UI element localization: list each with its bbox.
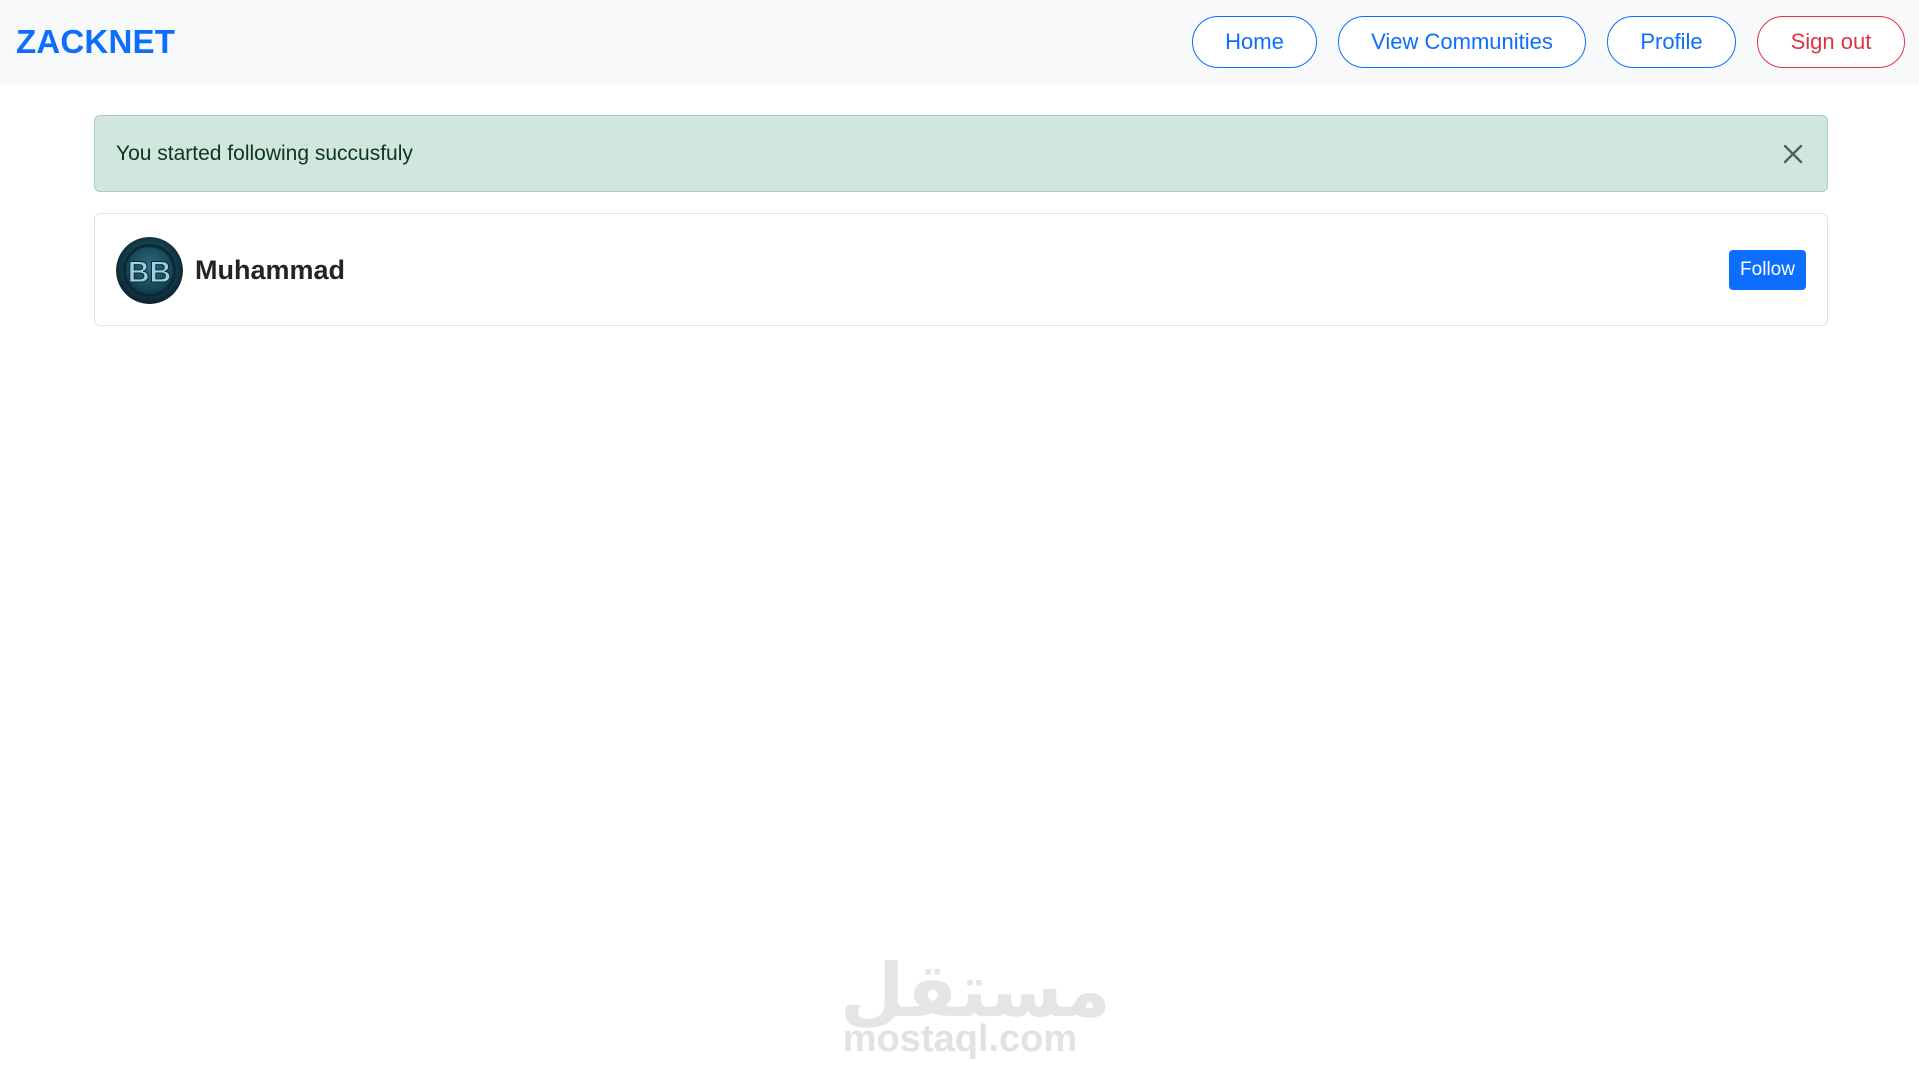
top-navbar: ZACKNET Home View Communities Profile Si… [0,0,1919,84]
watermark-latin-text: mostaql.com [842,1018,1078,1060]
follow-button[interactable]: Follow [1729,250,1806,290]
home-button[interactable]: Home [1192,16,1317,68]
svg-text:BB: BB [128,256,171,289]
user-card: BB Muhammad Follow [94,213,1828,326]
view-communities-button[interactable]: View Communities [1338,16,1586,68]
brand-logo[interactable]: ZACKNET [16,22,175,62]
avatar[interactable]: BB [116,237,183,304]
close-icon[interactable] [1777,138,1809,170]
profile-button[interactable]: Profile [1607,16,1736,68]
alert-message: You started following succusfuly [116,142,413,165]
sign-out-button[interactable]: Sign out [1757,16,1905,68]
success-alert: You started following succusfuly [94,115,1828,192]
user-name[interactable]: Muhammad [195,254,345,286]
watermark: مستقل mostaql.com [840,948,1111,1068]
